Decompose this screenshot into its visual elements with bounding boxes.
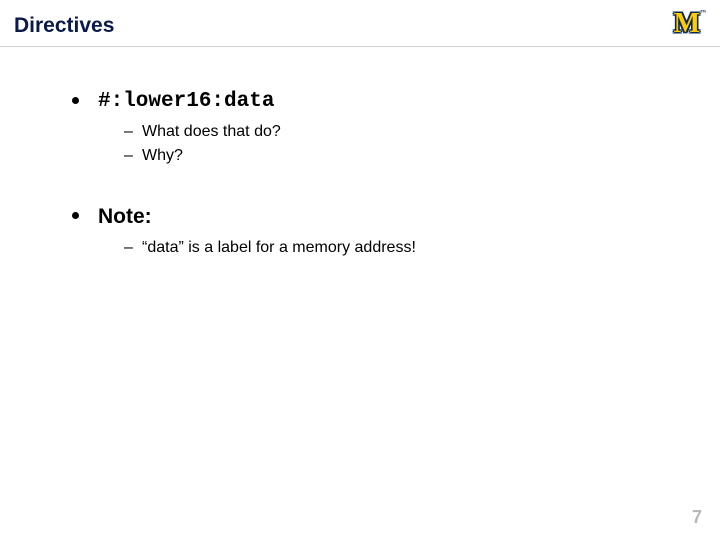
slide-title: Directives — [14, 14, 114, 38]
logo-trademark: ™ — [700, 10, 706, 16]
sub-bullet-item: – “data” is a label for a memory address… — [124, 239, 680, 257]
um-logo: M™ — [674, 10, 706, 38]
sub-bullet-item: – What does that do? — [124, 123, 680, 141]
bullet-dot-icon — [72, 212, 79, 219]
bullet-text: Note: — [98, 205, 152, 228]
page-number: 7 — [692, 507, 702, 528]
bullet-text: #:lower16:data — [98, 90, 274, 113]
bullet-item: #:lower16:data — [72, 90, 680, 113]
sub-bullet-item: – Why? — [124, 147, 680, 165]
title-divider — [0, 46, 720, 47]
sub-bullet-text: What does that do? — [142, 123, 281, 140]
slide-content: #:lower16:data – What does that do? – Wh… — [72, 90, 680, 297]
logo-letter: M — [674, 8, 698, 39]
bullet-item: Note: — [72, 205, 680, 229]
sub-bullet-text: “data” is a label for a memory address! — [142, 239, 416, 256]
dash-icon: – — [124, 147, 133, 165]
sub-bullet-text: Why? — [142, 147, 183, 164]
dash-icon: – — [124, 239, 133, 257]
bullet-dot-icon — [72, 97, 79, 104]
sub-list: – What does that do? – Why? — [124, 123, 680, 165]
sub-list: – “data” is a label for a memory address… — [124, 239, 680, 257]
slide: Directives M™ #:lower16:data – What does… — [0, 0, 720, 540]
dash-icon: – — [124, 123, 133, 141]
